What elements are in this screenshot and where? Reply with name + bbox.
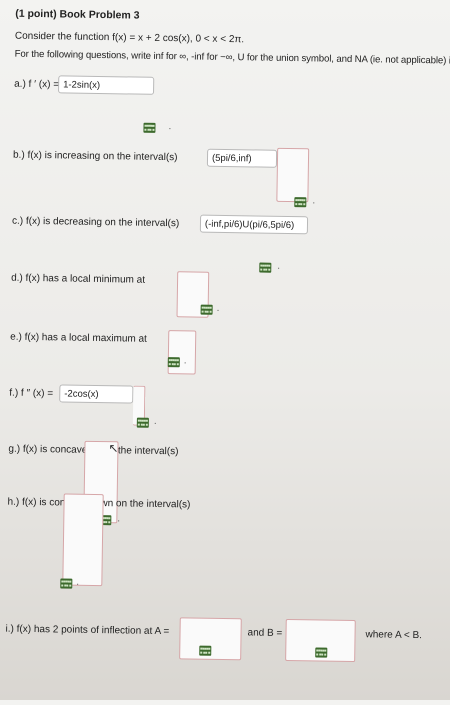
question-e-label: e.) f(x) has a local maximum at — [10, 331, 147, 345]
problem-title: (1 point) Book Problem 3 — [15, 7, 140, 22]
question-g-period: . — [117, 513, 121, 525]
matrix-icon[interactable] — [315, 647, 328, 658]
question-i-end-label: where A < B. — [365, 629, 423, 642]
question-a-input[interactable]: 1-2sin(x) — [58, 75, 155, 95]
question-a-label: a.) f ′ (x) = — [14, 78, 60, 91]
question-e-input[interactable] — [167, 330, 197, 375]
question-h-input[interactable] — [62, 493, 104, 587]
matrix-icon[interactable] — [60, 578, 73, 589]
question-d-period: . — [216, 302, 220, 314]
question-b-label: b.) f(x) is increasing on the interval(s… — [12, 149, 178, 164]
question-f-input[interactable]: -2cos(x) — [59, 384, 134, 404]
homework-page: (1 point) Book Problem 3 Consider the fu… — [0, 0, 450, 703]
problem-instructions: For the following questions, write inf f… — [14, 48, 450, 68]
question-b-box — [276, 147, 310, 203]
question-b-period: . — [312, 195, 316, 207]
question-c-label: c.) f(x) is decreasing on the interval(s… — [11, 215, 180, 230]
question-b-input[interactable]: (5pi/6,inf) — [206, 148, 278, 168]
question-f-period: . — [153, 415, 157, 427]
matrix-icon[interactable] — [143, 122, 156, 133]
question-c-period: . — [277, 260, 281, 272]
question-h-period: . — [76, 576, 80, 588]
mouse-cursor-icon: ↖ — [108, 441, 119, 456]
matrix-icon[interactable] — [167, 357, 180, 368]
matrix-icon[interactable] — [200, 304, 213, 315]
question-i-and-label: and B = — [247, 627, 283, 639]
question-a-spacer — [154, 77, 166, 95]
question-i-label: i.) f(x) has 2 points of inflection at A… — [5, 623, 170, 638]
question-d-label: d.) f(x) has a local minimum at — [11, 272, 146, 286]
matrix-icon[interactable] — [259, 262, 272, 273]
question-a-period: . — [168, 121, 172, 133]
matrix-icon[interactable] — [136, 417, 149, 428]
matrix-icon[interactable] — [199, 645, 212, 656]
matrix-icon[interactable] — [294, 197, 307, 208]
question-f-label: f.) f ″ (x) = — [9, 387, 54, 400]
question-c-input[interactable]: (-inf,pi/6)U(pi/6,5pi/6) — [199, 214, 309, 235]
problem-intro: Consider the function f(x) = x + 2 cos(x… — [14, 30, 245, 46]
question-e-period: . — [183, 355, 187, 367]
